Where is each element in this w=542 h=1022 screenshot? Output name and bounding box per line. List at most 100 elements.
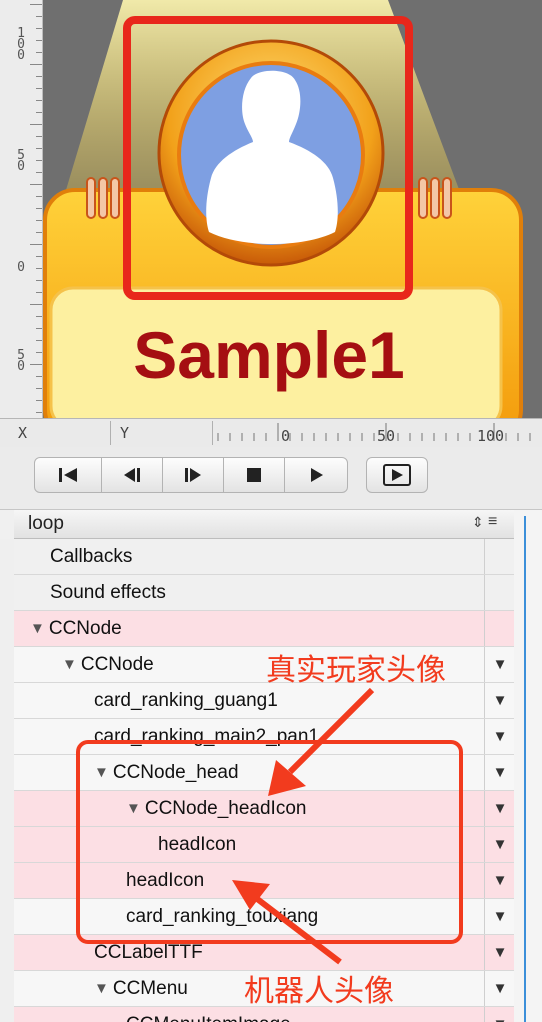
y-label: Y (120, 424, 130, 442)
property-dropdown-icon[interactable]: ▼ (484, 827, 514, 862)
ruler-tick (36, 112, 42, 113)
ruler-tick (36, 352, 42, 353)
timeline-node-row[interactable]: card_ranking_main2_pan1 ▼ (14, 719, 514, 755)
node-label: headIcon (158, 834, 237, 855)
timeline-node-row[interactable]: headIcon ▼ (14, 827, 514, 863)
transport-controls (0, 447, 542, 510)
node-label: CCNode (80, 654, 154, 675)
sequence-list-icon[interactable]: ≡ (488, 513, 497, 531)
stop-button[interactable] (223, 457, 285, 493)
jump-to-start-icon (59, 468, 77, 482)
property-dropdown-icon[interactable]: ▼ (484, 755, 514, 790)
ruler-tick (36, 208, 42, 209)
stage-canvas[interactable]: Sample1 (43, 0, 542, 418)
ruler-tick (36, 100, 42, 101)
playhead[interactable] (524, 516, 526, 1022)
timeline-node-row[interactable]: ▼ CCNode (14, 611, 514, 647)
node-label: headIcon (126, 870, 205, 891)
node-label: CCLabelTTF (94, 942, 203, 963)
ruler-tick (36, 172, 42, 173)
disclosure-triangle-icon[interactable]: ▼ (30, 611, 45, 646)
ruler-tick (36, 376, 42, 377)
ruler-tick (30, 304, 42, 305)
timeline-section-row[interactable]: Sound effects (14, 575, 514, 611)
ruler-label: 5 0 (17, 148, 25, 174)
node-label: CCMenu (112, 978, 188, 999)
timeline-left-gutter (0, 539, 14, 1022)
disclosure-triangle-icon[interactable]: ▼ (94, 971, 109, 1006)
ruler-tick (36, 148, 42, 149)
ruler-tick (36, 40, 42, 41)
ruler-tick (30, 124, 42, 125)
x-field[interactable]: X (18, 421, 111, 445)
ruler-tick (36, 280, 42, 281)
property-dropdown-icon[interactable]: ▼ (484, 791, 514, 826)
property-dropdown-icon[interactable]: ▼ (484, 899, 514, 934)
ruler-tick (36, 388, 42, 389)
ruler-tick (36, 160, 42, 161)
node-label: card_ranking_touxiang (126, 906, 319, 927)
timeline-node-row[interactable]: ▼ CCNode_headIcon ▼ (14, 791, 514, 827)
ruler-tick (36, 328, 42, 329)
ruler-tick (30, 244, 42, 245)
ruler-tick (30, 184, 42, 185)
ruler-tick (36, 220, 42, 221)
timeline-node-row[interactable]: card_ranking_touxiang ▼ (14, 899, 514, 935)
disclosure-triangle-icon[interactable]: ▼ (94, 755, 109, 790)
ruler-tick (36, 256, 42, 257)
ruler-tick (36, 268, 42, 269)
timeline-track-column[interactable] (514, 510, 542, 1022)
card-title: Sample1 (133, 318, 404, 392)
step-forward-button[interactable] (162, 457, 224, 493)
node-label: CCNode_head (112, 762, 239, 783)
ruler-tick (36, 28, 42, 29)
sequence-name[interactable]: loop (28, 510, 64, 538)
coordinate-bar: X Y 0 50 100 (0, 418, 542, 448)
step-back-button[interactable] (101, 457, 163, 493)
node-label: card_ranking_main2_pan1 (94, 726, 319, 747)
property-dropdown-icon[interactable]: ▼ (484, 863, 514, 898)
ruler-tick (36, 316, 42, 317)
timeline-node-row[interactable]: ▼ CCNode_head ▼ (14, 755, 514, 791)
ruler-label: 5 0 (17, 348, 25, 374)
ruler-tick (36, 196, 42, 197)
play-frame-icon (383, 464, 411, 486)
ruler-label: 50 (377, 427, 395, 445)
row-spacer (484, 575, 514, 610)
property-dropdown-icon[interactable]: ▼ (484, 971, 514, 1006)
ruler-tick (36, 292, 42, 293)
node-label: card_ranking_guang1 (94, 690, 278, 711)
sequence-stepper-icon[interactable]: ⇕ (472, 514, 484, 531)
play-loop-button[interactable] (366, 457, 428, 493)
robot-avatar-annotation: 机器人头像 (244, 974, 394, 1009)
horizontal-ruler: 0 50 100 (217, 423, 531, 445)
timeline-node-list: Callbacks Sound effects ▼ CCNode ▼ CCNode ▼ car… (14, 539, 514, 1022)
timeline-header: loop ⇕ ≡ (14, 510, 514, 539)
ruler-tick (36, 76, 42, 77)
timeline-node-row[interactable]: headIcon ▼ (14, 863, 514, 899)
timeline-section-row[interactable]: Callbacks (14, 539, 514, 575)
node-label: CCNode_headIcon (144, 798, 307, 819)
property-dropdown-icon[interactable]: ▼ (484, 1007, 514, 1022)
property-dropdown-icon[interactable]: ▼ (484, 719, 514, 754)
ruler-tick (36, 232, 42, 233)
row-spacer (484, 539, 514, 574)
ruler-tick (36, 52, 42, 53)
jump-to-start-button[interactable] (34, 457, 102, 493)
ruler-label: 100 (477, 427, 504, 445)
ruler-tick (36, 16, 42, 17)
real-player-avatar-annotation: 真实玩家头像 (266, 653, 446, 688)
property-dropdown-icon[interactable]: ▼ (484, 647, 514, 682)
ruler-label: 1 0 0 (17, 26, 25, 63)
y-field[interactable]: Y (120, 421, 213, 445)
property-dropdown-icon[interactable]: ▼ (484, 683, 514, 718)
card-preview: Sample1 (43, 0, 523, 418)
disclosure-triangle-icon[interactable]: ▼ (62, 647, 77, 682)
step-back-icon (124, 468, 140, 482)
property-dropdown-icon[interactable]: ▼ (484, 935, 514, 970)
node-label: CCNode (48, 618, 122, 639)
play-icon (311, 468, 323, 482)
play-button[interactable] (284, 457, 348, 493)
disclosure-triangle-icon[interactable]: ▼ (126, 791, 141, 826)
canvas-area: 1 0 05 005 0 Sample1 (0, 0, 542, 418)
